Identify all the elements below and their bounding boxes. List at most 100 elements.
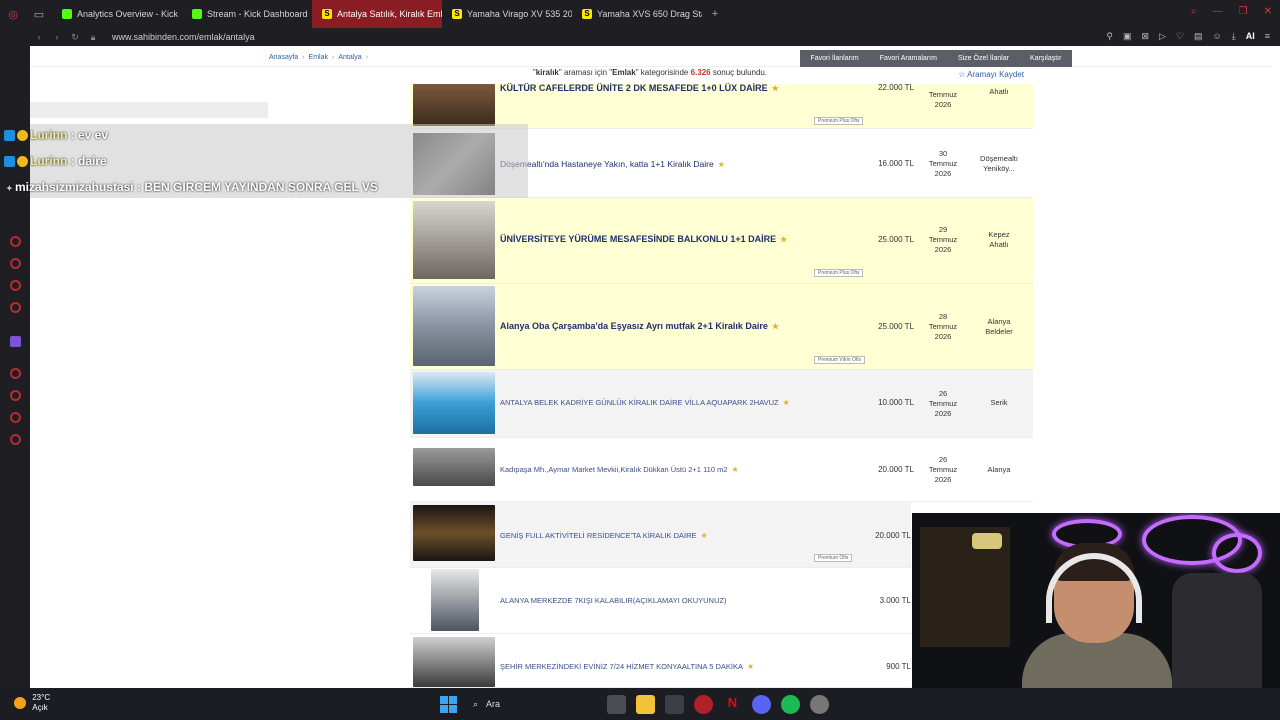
weather-widget[interactable]: 23°C Açık — [14, 693, 50, 713]
site-header: Anasayfa › Emlak › Antalya › Favori İlanlar… — [30, 50, 1270, 67]
kick-icon — [192, 9, 202, 19]
tab-stream-dashboard[interactable]: Stream - Kick Dashboard — [182, 0, 312, 28]
obs-icon[interactable] — [810, 694, 829, 714]
breadcrumb-emlak[interactable]: Emlak — [309, 54, 328, 61]
listing-row[interactable]: ANTALYA BELEK KADRİYE GÜNLÜK KİRALIK DAİ… — [410, 370, 1033, 438]
history-icon[interactable] — [10, 368, 21, 379]
star-icon: ★ — [771, 84, 779, 93]
gmail-icon[interactable] — [10, 302, 21, 313]
close-icon[interactable]: ✕ — [1264, 6, 1272, 17]
wallet-icon[interactable]: ▤ — [1194, 31, 1203, 42]
back-icon[interactable]: ‹ — [30, 32, 48, 42]
clock-icon[interactable] — [10, 390, 21, 401]
aria-icon[interactable] — [10, 236, 21, 247]
listing-badge: Premium Ofis — [814, 554, 853, 562]
listing-title[interactable]: ÜNİVERSİTEYE YÜRÜME MESAFESİNDE BALKONLU… — [500, 234, 787, 244]
extensions-icon[interactable] — [10, 412, 21, 423]
nav-compare[interactable]: Karşılaştır — [1030, 55, 1062, 62]
lock-icon: 🔒︎ — [90, 31, 96, 42]
new-tab-button[interactable]: + — [702, 8, 728, 20]
twitch-icon[interactable] — [10, 336, 21, 347]
reload-icon[interactable]: ↻ — [66, 32, 84, 43]
listing-thumbnail[interactable] — [413, 372, 495, 434]
listing-thumbnail[interactable] — [413, 201, 495, 279]
address-bar: ‹ › ↻ 🔒︎ www.sahibinden.com/emlak/antaly… — [0, 28, 1280, 46]
vpn-icon[interactable]: ⊠ — [1141, 31, 1149, 42]
listing-row[interactable]: Alanya Oba Çarşamba'da Eşyasız Ayrı mutf… — [410, 284, 1033, 370]
task-view-icon[interactable] — [607, 694, 626, 714]
window-controls: ⌕ — ❐ ✕ — [1191, 6, 1272, 17]
listing-thumbnail[interactable] — [413, 84, 495, 126]
netflix-icon[interactable]: N — [723, 694, 742, 714]
chat-message: Lurinn : daire — [4, 154, 107, 168]
save-search-link[interactable]: ☆ Aramayı Kaydet — [958, 70, 1024, 79]
listing-row[interactable]: ŞEHİR MERKEZİNDEKİ EVİNİZ 7/24 HİZMET KO… — [410, 634, 911, 688]
search-tabs-icon[interactable]: ⌕ — [1191, 6, 1197, 17]
listing-thumbnail[interactable] — [413, 286, 495, 366]
nav-favorite-listings[interactable]: Favori İlanlarım — [811, 55, 859, 62]
tab-yamaha-virago[interactable]: S Yamaha Virago XV 535 20 — [442, 0, 572, 28]
listing-badge: Premium Plus Ofis — [814, 117, 864, 125]
listing-title[interactable]: GENİŞ FULL AKTİVİTELİ RESİDENCE'TA KİRAL… — [500, 531, 708, 540]
pin-icon[interactable]: ⚲ — [1106, 31, 1113, 42]
store-icon[interactable] — [665, 694, 684, 714]
listing-date: 29 Temmuz 2026 — [928, 225, 958, 254]
url-field[interactable]: www.sahibinden.com/emlak/antalya — [112, 32, 255, 42]
profile-icon[interactable]: ☺ — [1213, 31, 1222, 42]
listing-row[interactable]: ALANYA MERKEZDE 7KIŞI KALABILIR(AÇIKLAMA… — [410, 568, 911, 634]
listing-row[interactable]: ÜNİVERSİTEYE YÜRÜME MESAFESİNDE BALKONLU… — [410, 198, 1033, 284]
listing-title[interactable]: Döşemealtı'nda Hastaneye Yakın, katta 1+… — [500, 159, 725, 169]
workspaces-icon[interactable]: ▭ — [26, 8, 52, 21]
breadcrumb-home[interactable]: Anasayfa — [269, 54, 298, 61]
listing-price: 900 TL — [886, 662, 911, 671]
search-category: Emlak — [612, 68, 636, 77]
minimize-icon[interactable]: — — [1213, 6, 1223, 17]
whatsapp-icon[interactable] — [10, 280, 21, 291]
messenger-icon[interactable] — [10, 258, 21, 269]
breadcrumb-antalya[interactable]: Antalya — [338, 54, 361, 61]
spotify-icon[interactable] — [781, 694, 800, 714]
opera-gx-icon[interactable] — [694, 694, 713, 714]
listing-price: 25.000 TL — [878, 235, 914, 244]
listing-thumbnail[interactable] — [413, 505, 495, 561]
windows-start-icon[interactable] — [440, 695, 457, 713]
opera-logo-icon[interactable]: ◎ — [0, 8, 26, 21]
listing-location: Kepez Ahatlı — [988, 230, 1010, 249]
download-icon[interactable]: ⤓ — [1232, 31, 1236, 42]
play-icon[interactable]: ▷ — [1159, 31, 1166, 42]
listing-location: Serik — [990, 398, 1008, 407]
listing-location: Alanya — [987, 465, 1011, 474]
listing-title[interactable]: ŞEHİR MERKEZİNDEKİ EVİNİZ 7/24 HİZMET KO… — [500, 662, 754, 671]
maximize-icon[interactable]: ❐ — [1239, 6, 1248, 17]
file-explorer-icon[interactable] — [636, 694, 655, 714]
forward-icon[interactable]: › — [48, 32, 66, 42]
listing-row[interactable]: GENİŞ FULL AKTİVİTELİ RESİDENCE'TA KİRAL… — [410, 502, 911, 568]
listing-title[interactable]: ANTALYA BELEK KADRİYE GÜNLÜK KİRALIK DAİ… — [500, 398, 790, 407]
listing-title[interactable]: KÜLTÜR CAFELERDE ÜNİTE 2 DK MESAFEDE 1+0… — [500, 83, 779, 93]
listing-row[interactable]: Kadıpaşa Mh.,Aymar Market Mevkii,Kiralık… — [410, 438, 1033, 502]
nav-favorite-searches[interactable]: Favori Aramalarım — [880, 55, 937, 62]
menu-icon[interactable]: ≡ — [1265, 31, 1270, 42]
taskbar-search[interactable]: ⌕ Ara — [467, 694, 597, 714]
star-icon: ★ — [746, 662, 755, 671]
heart-icon[interactable]: ♡ — [1176, 31, 1184, 42]
ai-button[interactable]: AI — [1246, 31, 1255, 42]
nav-special-listings[interactable]: Size Özel İlanlar — [958, 55, 1009, 62]
search-icon: ⌕ — [473, 698, 479, 709]
listing-thumbnail[interactable] — [413, 448, 495, 486]
settings-icon[interactable] — [10, 434, 21, 445]
star-icon: ★ — [771, 322, 780, 331]
snapshot-icon[interactable]: ▣ — [1123, 31, 1132, 42]
listing-title[interactable]: ALANYA MERKEZDE 7KIŞI KALABILIR(AÇIKLAMA… — [500, 596, 726, 605]
listing-title[interactable]: Alanya Oba Çarşamba'da Eşyasız Ayrı mutf… — [500, 321, 779, 331]
star-icon: ★ — [780, 235, 788, 244]
star-icon: ★ — [782, 398, 790, 407]
listing-thumbnail[interactable] — [431, 569, 479, 631]
listing-thumbnail[interactable] — [413, 637, 495, 687]
discord-icon[interactable] — [752, 694, 771, 714]
tab-antalya[interactable]: S Antalya Satılık, Kiralık Emla — [312, 0, 442, 28]
listing-row[interactable]: KÜLTÜR CAFELERDE ÜNİTE 2 DK MESAFEDE 1+0… — [410, 83, 1033, 129]
listing-title[interactable]: Kadıpaşa Mh.,Aymar Market Mevkii,Kiralık… — [500, 465, 739, 474]
tab-analytics[interactable]: Analytics Overview - Kick — [52, 0, 182, 28]
tab-yamaha-xvs[interactable]: S Yamaha XVS 650 Drag Sta — [572, 0, 702, 28]
